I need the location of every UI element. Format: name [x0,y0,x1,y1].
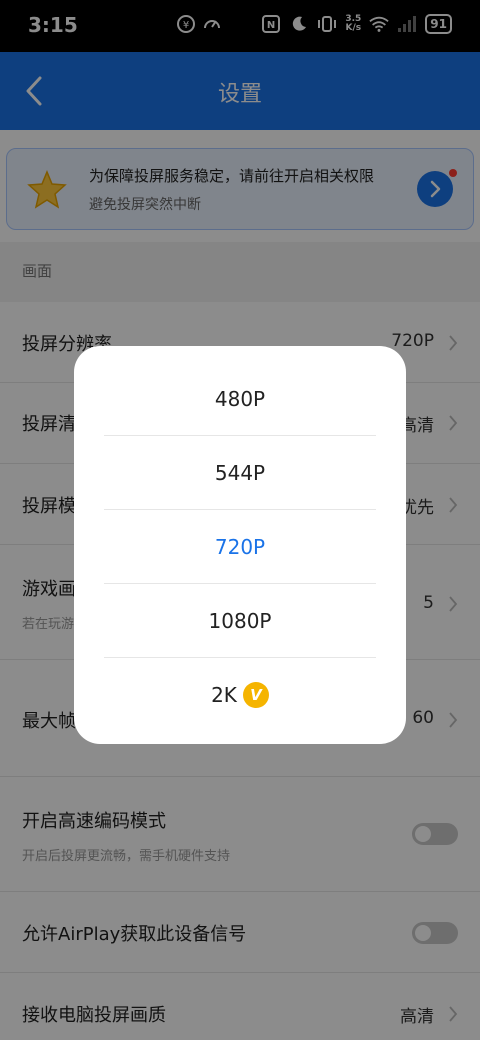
option-1080p[interactable]: 1080P [74,584,406,658]
resolution-picker: 480P 544P 720P 1080P 2K V [74,346,406,744]
option-label: 2K [211,683,237,707]
option-label: 1080P [208,609,272,633]
option-2k[interactable]: 2K V [74,658,406,732]
option-label: 480P [214,387,266,411]
vip-badge-icon: V [242,682,269,708]
option-720p[interactable]: 720P [74,510,406,584]
option-480p[interactable]: 480P [74,362,406,436]
option-label: 544P [214,461,266,485]
option-544p[interactable]: 544P [74,436,406,510]
option-label: 720P [214,535,266,559]
